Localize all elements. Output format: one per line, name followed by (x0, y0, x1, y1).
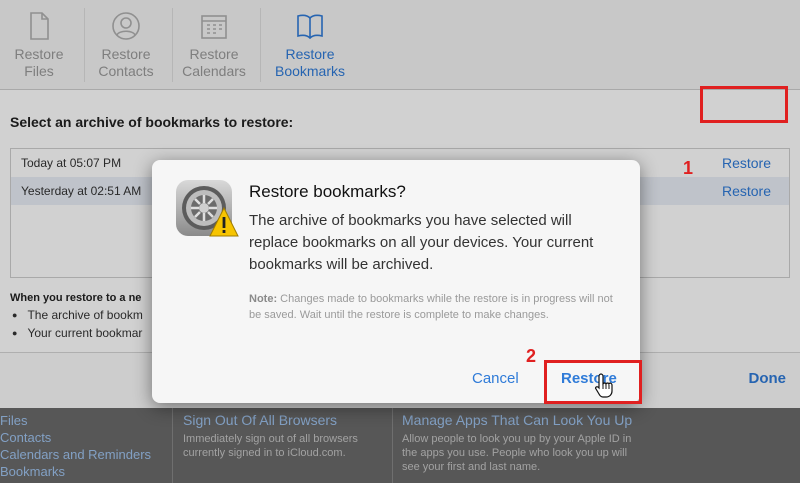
settings-gear-warning-icon (176, 180, 239, 237)
dialog-title: Restore bookmarks? (249, 182, 406, 201)
highlight-box-2 (544, 360, 642, 404)
step-number-1: 1 (683, 158, 694, 178)
hand-cursor-icon (595, 373, 613, 398)
dialog-note: Note: Changes made to bookmarks while th… (249, 291, 619, 323)
note-text: Changes made to bookmarks while the rest… (249, 293, 613, 321)
cancel-button[interactable]: Cancel (472, 370, 519, 387)
note-label: Note: (249, 293, 278, 305)
step-number-2: 2 (526, 346, 537, 366)
highlight-box-1 (700, 86, 788, 123)
dialog-message: The archive of bookmarks you have select… (249, 212, 594, 273)
